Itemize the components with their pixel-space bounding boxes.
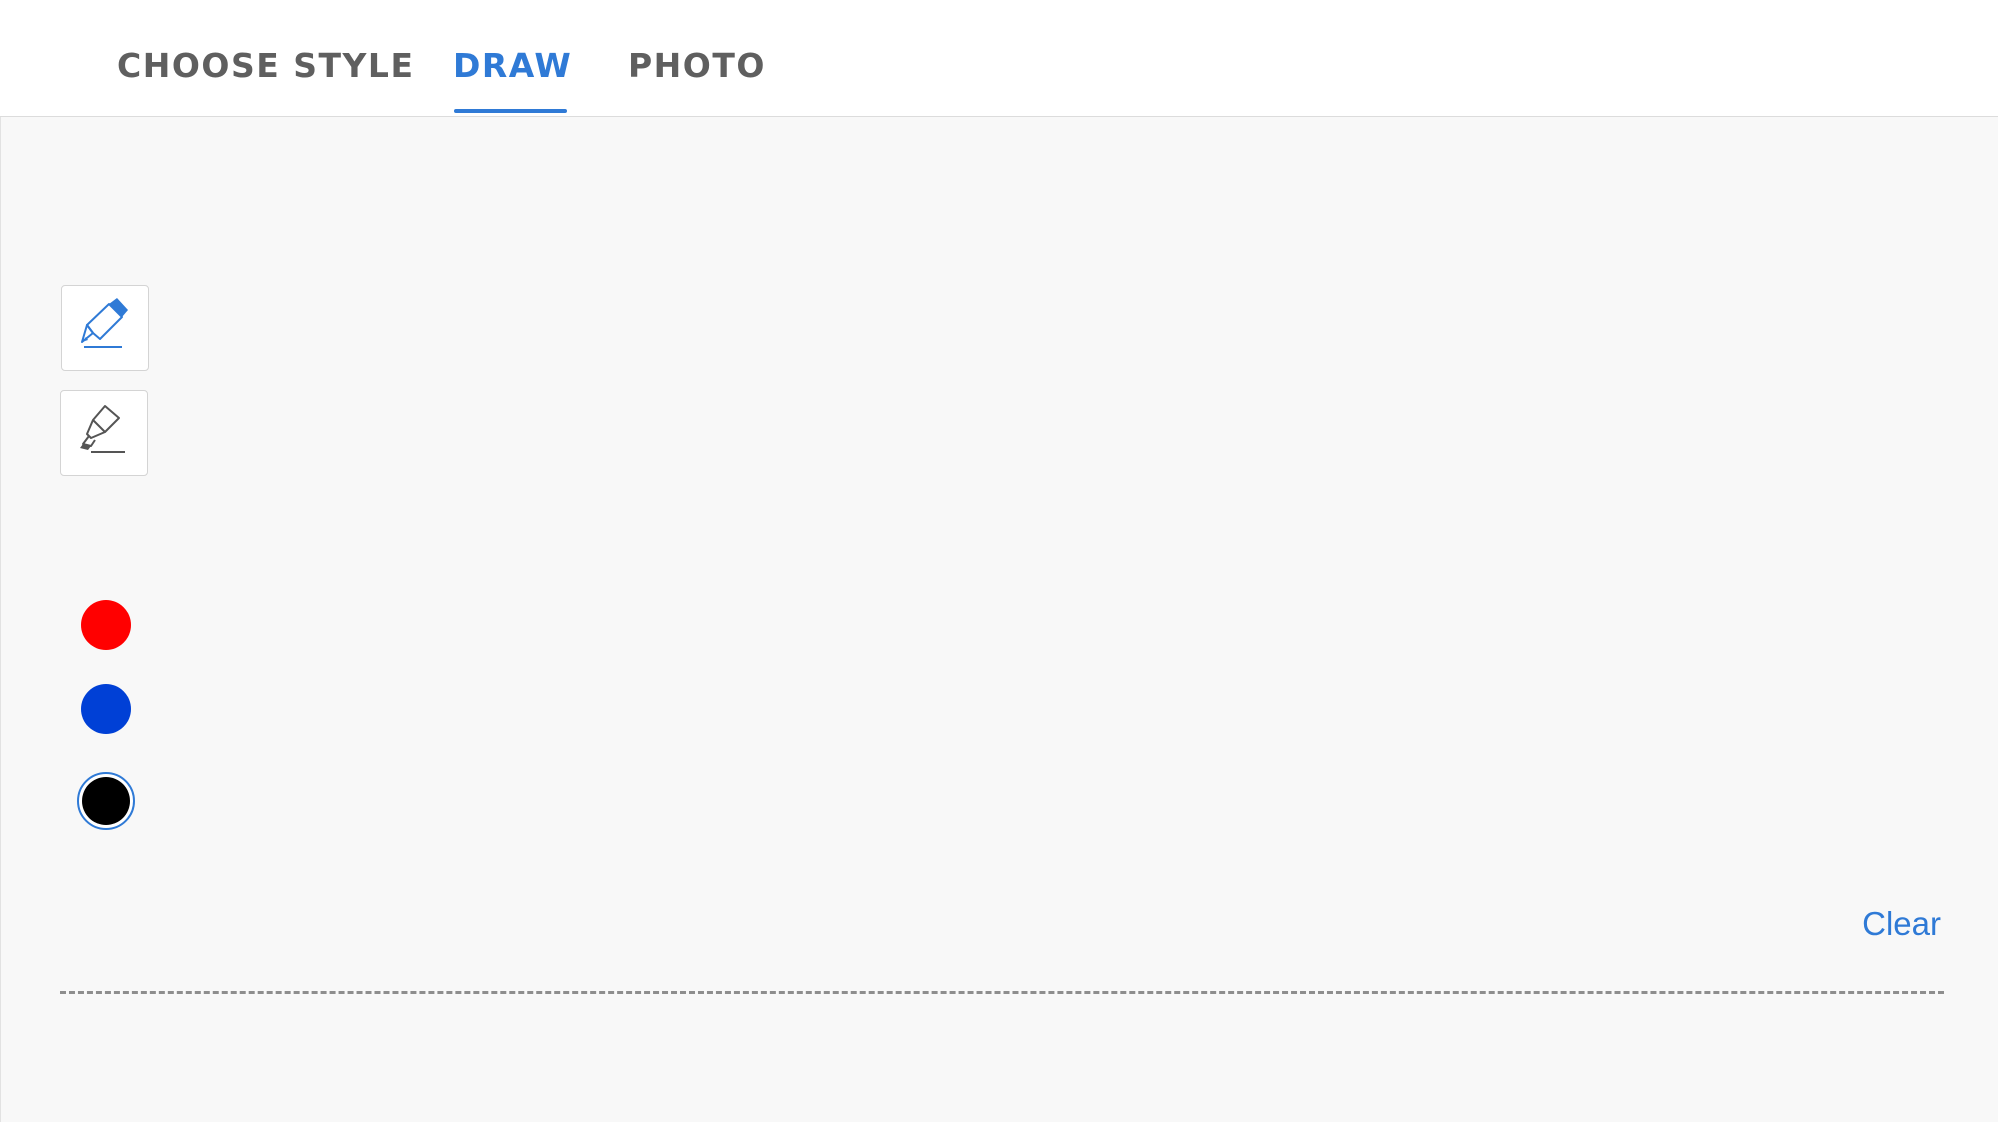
tab-bar: CHOOSE STYLE DRAW PHOTO [0, 0, 1998, 117]
signature-baseline [60, 991, 1944, 994]
highlighter-icon [71, 400, 137, 466]
pen-icon [72, 295, 138, 361]
color-swatch-black-fill [82, 777, 130, 825]
tab-photo[interactable]: PHOTO [628, 46, 766, 85]
pen-tool-button[interactable] [61, 285, 149, 371]
tab-choose-style[interactable]: CHOOSE STYLE [117, 46, 415, 85]
color-swatch-blue[interactable] [81, 684, 131, 734]
drawing-canvas[interactable]: Clear [0, 117, 1998, 1122]
color-swatch-red[interactable] [81, 600, 131, 650]
active-tab-indicator [454, 109, 567, 113]
color-swatch-black[interactable] [77, 772, 135, 830]
highlighter-tool-button[interactable] [60, 390, 148, 476]
clear-button[interactable]: Clear [1862, 905, 1941, 943]
tab-draw[interactable]: DRAW [453, 46, 572, 85]
